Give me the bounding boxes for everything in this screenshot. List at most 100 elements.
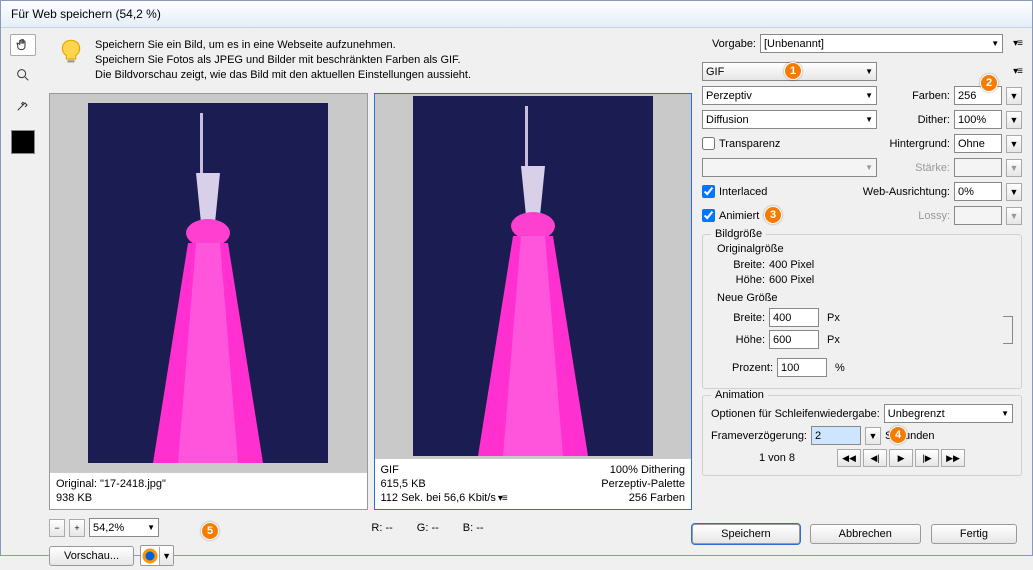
webalign-input[interactable]: 0%: [954, 182, 1002, 201]
lossy-input: [954, 206, 1002, 225]
last-frame-button[interactable]: ▶▶: [941, 449, 965, 467]
delay-input[interactable]: [811, 426, 861, 445]
colors-label: Farben:: [912, 90, 950, 102]
preview-original-image: [88, 103, 328, 463]
imgsize-title: Bildgröße: [711, 228, 766, 240]
hint-line: Speichern Sie Fotos als JPEG und Bilder …: [95, 53, 471, 68]
pct-unit: %: [835, 362, 845, 374]
preset-menu-icon[interactable]: ▾≡: [1013, 38, 1022, 49]
loop-label: Optionen für Schleifenwiedergabe:: [711, 408, 880, 420]
opt-dither: 100% Dithering: [601, 463, 685, 477]
badge-3: 3: [764, 206, 782, 224]
window-title: Für Web speichern (54,2 %): [1, 1, 1032, 28]
zoom-tool[interactable]: [10, 64, 36, 86]
transparency-checkbox[interactable]: [702, 137, 715, 150]
matte-dropdown[interactable]: ▼: [1006, 135, 1022, 153]
colors-dropdown[interactable]: ▼: [1006, 87, 1022, 105]
interlaced-label: Interlaced: [719, 186, 767, 198]
orig-h-label: Höhe:: [721, 274, 765, 286]
matte-select[interactable]: Ohne: [954, 134, 1002, 153]
opt-format: GIF: [381, 463, 507, 477]
zoom-out[interactable]: −: [49, 519, 65, 537]
orig-w-value: 400 Pixel: [769, 259, 814, 271]
image-size-group: Bildgröße Originalgröße Breite:400 Pixel…: [702, 234, 1022, 389]
save-button[interactable]: Speichern: [692, 524, 800, 544]
constrain-icon[interactable]: [1003, 316, 1013, 344]
play-button[interactable]: ▶: [889, 449, 913, 467]
dither-input[interactable]: 100%: [954, 110, 1002, 129]
opt-palette: Perzeptiv-Palette: [601, 477, 685, 491]
preset-label: Vorgabe:: [702, 38, 756, 50]
color-swatch[interactable]: [11, 130, 35, 154]
eyedropper-tool[interactable]: [10, 94, 36, 116]
dither-label: Dither:: [918, 114, 950, 126]
origsize-title: Originalgröße: [717, 243, 1013, 255]
dither-method-select[interactable]: Diffusion▼: [702, 110, 877, 129]
next-frame-button[interactable]: |▶: [915, 449, 939, 467]
zoom-in[interactable]: +: [69, 519, 85, 537]
orig-h-value: 600 Pixel: [769, 274, 814, 286]
px-label: Px: [827, 312, 840, 324]
amount-input: [954, 158, 1002, 177]
hint-line: Speichern Sie ein Bild, um es in eine We…: [95, 38, 471, 53]
hand-tool[interactable]: [10, 34, 36, 56]
new-width-input[interactable]: [769, 308, 819, 327]
original-size: 938 KB: [56, 491, 166, 505]
percent-input[interactable]: [777, 358, 827, 377]
lossy-dropdown: ▼: [1006, 207, 1022, 225]
readout-r: R: --: [371, 522, 392, 534]
done-button[interactable]: Fertig: [931, 524, 1017, 544]
optimized-pane: GIF 615,5 KB 112 Sek. bei 56,6 Kbit/s▾≡ …: [374, 93, 693, 511]
badge-5: 5: [201, 522, 219, 540]
pct-label: Prozent:: [721, 362, 773, 374]
tool-column: [1, 28, 45, 554]
prev-frame-button[interactable]: ◀|: [863, 449, 887, 467]
readout-g: G: --: [417, 522, 439, 534]
dither-dropdown[interactable]: ▼: [1006, 111, 1022, 129]
px-label2: Px: [827, 334, 840, 346]
new-height-input[interactable]: [769, 330, 819, 349]
menu-icon[interactable]: ▾≡: [498, 492, 507, 505]
zoom-select[interactable]: 54,2%▼: [89, 518, 159, 537]
interlaced-checkbox[interactable]: [702, 185, 715, 198]
new-h-label: Höhe:: [721, 334, 765, 346]
lossy-label: Lossy:: [918, 210, 950, 222]
opt-colors: 256 Farben: [601, 491, 685, 505]
pager-text: 1 von 8: [759, 452, 795, 464]
readout-b: B: --: [463, 522, 484, 534]
amount-dropdown: ▼: [1006, 159, 1022, 177]
cancel-button[interactable]: Abbrechen: [810, 524, 921, 544]
opt-size: 615,5 KB: [381, 477, 507, 491]
delay-label: Frameverzögerung:: [711, 430, 807, 442]
matte-label: Hintergrund:: [889, 138, 950, 150]
reduction-select[interactable]: Perzeptiv▼: [702, 86, 877, 105]
amount-label: Stärke:: [915, 162, 950, 174]
new-w-label: Breite:: [721, 312, 765, 324]
loop-select[interactable]: Unbegrenzt▼: [884, 404, 1013, 423]
settings-panel: Vorgabe: [Unbenannt]▼ ▾≡ GIF▼ 1 ▾≡ Perze…: [696, 28, 1032, 554]
anim-title: Animation: [711, 389, 768, 401]
main-area: Speichern Sie ein Bild, um es in eine We…: [45, 28, 696, 554]
format-menu-icon[interactable]: ▾≡: [1013, 66, 1022, 77]
hint-box: Speichern Sie ein Bild, um es in eine We…: [49, 34, 692, 93]
badge-2: 2: [980, 74, 998, 92]
transparency-label: Transparenz: [719, 138, 780, 150]
delay-dropdown[interactable]: ▼: [865, 427, 881, 445]
first-frame-button[interactable]: ◀◀: [837, 449, 861, 467]
original-filename: Original: "17-2418.jpg": [56, 477, 166, 491]
animation-group: Animation Optionen für Schleifenwiederga…: [702, 395, 1022, 476]
opt-time: 112 Sek. bei 56,6 Kbit/s: [381, 491, 496, 505]
orig-w-label: Breite:: [721, 259, 765, 271]
webalign-dropdown[interactable]: ▼: [1006, 183, 1022, 201]
animated-label: Animiert: [719, 210, 759, 222]
hint-line: Die Bildvorschau zeigt, wie das Bild mit…: [95, 68, 471, 83]
animated-checkbox[interactable]: [702, 209, 715, 222]
lightbulb-icon: [57, 38, 85, 66]
webalign-label: Web-Ausrichtung:: [863, 186, 950, 198]
original-pane: Original: "17-2418.jpg" 938 KB: [49, 93, 368, 511]
trans-dither-select: ▼: [702, 158, 877, 177]
preset-select[interactable]: [Unbenannt]▼: [760, 34, 1003, 53]
badge-4: 4: [889, 426, 907, 444]
preview-optimized-image: [413, 96, 653, 456]
newsize-title: Neue Größe: [717, 292, 1013, 304]
